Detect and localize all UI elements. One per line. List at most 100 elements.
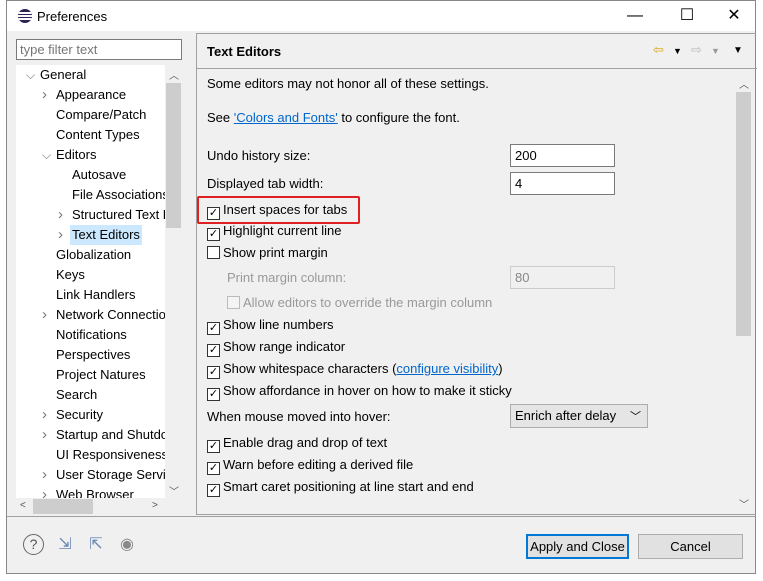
tree-item[interactable]: Globalization	[54, 245, 133, 265]
colors-and-fonts-link[interactable]: 'Colors and Fonts'	[234, 110, 338, 125]
record-icon[interactable]: ◉	[116, 534, 138, 556]
tree-item[interactable]: Content Types	[54, 125, 142, 145]
scroll-down-icon[interactable]: ﹀	[739, 496, 749, 511]
allow-override-checkbox[interactable]: Allow editors to override the margin col…	[227, 295, 492, 310]
whitespace-checkbox[interactable]: ✓ Show whitespace characters (configure v…	[207, 361, 503, 379]
drag-drop-checkbox[interactable]: ✓ Enable drag and drop of text	[207, 435, 387, 453]
chevron-right-icon[interactable]: ›	[58, 205, 63, 225]
help-icon[interactable]: ?	[23, 534, 44, 555]
checkbox-unchecked-icon[interactable]	[227, 296, 240, 309]
tree-item[interactable]: File Associations	[70, 185, 171, 205]
tree-item[interactable]: Keys	[54, 265, 87, 285]
scroll-up-icon[interactable]: ︿	[739, 76, 749, 91]
preference-tree: ⌵ General › Appearance Compare/Patch Content …	[16, 65, 182, 515]
tree-item[interactable]: UI Responsiveness	[54, 445, 170, 465]
tree-item[interactable]: Appearance	[54, 85, 128, 105]
tree-item[interactable]: Search	[54, 385, 99, 405]
warn-derived-checkbox[interactable]: ✓ Warn before editing a derived file	[207, 457, 413, 475]
minimize-button[interactable]: —	[623, 5, 647, 27]
checkbox-checked-icon[interactable]: ✓	[207, 462, 220, 475]
checkbox-unchecked-icon[interactable]	[207, 246, 220, 259]
checkbox-checked-icon[interactable]: ✓	[207, 207, 220, 220]
button-bar: ? ⇲ ⇱ ◉ Apply and Close Cancel	[7, 516, 755, 574]
chevron-right-icon[interactable]: ›	[42, 465, 47, 485]
close-button[interactable]: ✕	[722, 5, 746, 27]
checkbox-label: Show affordance in hover on how to make …	[223, 383, 512, 398]
forward-icon[interactable]: ⇨	[691, 42, 702, 58]
scroll-up-icon[interactable]: ︿	[169, 67, 179, 82]
tree-item[interactable]: Project Natures	[54, 365, 148, 385]
tab-width-input[interactable]: 4	[510, 172, 615, 195]
chevron-right-icon[interactable]: ›	[42, 305, 47, 325]
checkbox-label: )	[498, 361, 503, 376]
import-icon[interactable]: ⇲	[54, 534, 76, 556]
tree-item[interactable]: Autosave	[70, 165, 128, 185]
chevron-down-icon[interactable]: ⌵	[26, 65, 35, 85]
print-margin-checkbox[interactable]: Show print margin	[207, 245, 328, 260]
print-margin-column-input[interactable]: 80	[510, 266, 615, 289]
line-numbers-checkbox[interactable]: ✓ Show line numbers	[207, 317, 334, 335]
chevron-down-icon[interactable]: ⌵	[42, 145, 51, 165]
filter-input[interactable]	[16, 39, 182, 60]
checkbox-checked-icon[interactable]: ✓	[207, 344, 220, 357]
chevron-right-icon[interactable]: ›	[42, 425, 47, 445]
checkbox-label: Warn before editing a derived file	[223, 457, 414, 472]
tree-item[interactable]: Network Connectio	[54, 305, 168, 325]
checkbox-label: Allow editors to override the margin col…	[243, 295, 493, 310]
tree-vertical-scrollbar[interactable]: ︿ ﹀	[165, 65, 182, 498]
configure-visibility-link[interactable]: configure visibility	[396, 361, 498, 376]
chevron-right-icon[interactable]: ›	[58, 225, 63, 245]
back-icon[interactable]: ⇦	[653, 42, 664, 58]
tree-item[interactable]: Structured Text E	[70, 205, 173, 225]
apply-and-close-button[interactable]: Apply and Close	[526, 534, 629, 559]
checkbox-checked-icon[interactable]: ✓	[207, 322, 220, 335]
highlight-line-checkbox[interactable]: ✓ Highlight current line	[207, 223, 342, 241]
export-icon[interactable]: ⇱	[85, 534, 107, 556]
divider	[197, 68, 757, 69]
scroll-down-icon[interactable]: ﹀	[169, 483, 179, 498]
scroll-right-icon[interactable]: >	[152, 500, 158, 511]
page-vertical-scrollbar[interactable]: ︿ ﹀	[735, 74, 752, 514]
tree-item[interactable]: User Storage Servi	[54, 465, 168, 485]
affordance-checkbox[interactable]: ✓ Show affordance in hover on how to make…	[207, 383, 512, 401]
checkbox-checked-icon[interactable]: ✓	[207, 440, 220, 453]
checkbox-label: Show range indicator	[223, 339, 346, 354]
tree-item[interactable]: Startup and Shutdo	[54, 425, 170, 445]
maximize-button[interactable]: ☐	[675, 5, 699, 27]
scroll-left-icon[interactable]: <	[20, 500, 26, 511]
scroll-thumb[interactable]	[166, 83, 181, 228]
checkbox-checked-icon[interactable]: ✓	[207, 228, 220, 241]
checkbox-checked-icon[interactable]: ✓	[207, 484, 220, 497]
chevron-right-icon[interactable]: ›	[42, 405, 47, 425]
checkbox-label: Highlight current line	[223, 223, 342, 238]
tree-item[interactable]: Link Handlers	[54, 285, 138, 305]
view-menu-icon[interactable]: ▼	[733, 45, 743, 56]
tree-item[interactable]: Perspectives	[54, 345, 132, 365]
preferences-dialog: Preferences — ☐ ✕ ⌵General›AppearanceCom…	[6, 0, 757, 574]
tree-item[interactable]: Editors	[54, 145, 98, 165]
tree-horizontal-scrollbar[interactable]: < >	[16, 498, 182, 515]
back-menu-icon[interactable]: ▼	[673, 46, 682, 56]
scroll-thumb[interactable]	[736, 92, 751, 336]
checkbox-checked-icon[interactable]: ✓	[207, 366, 220, 379]
hover-select[interactable]: Enrich after delay ﹀	[510, 404, 648, 428]
settings-note: Some editors may not honor all of these …	[207, 76, 489, 91]
cancel-button[interactable]: Cancel	[638, 534, 743, 559]
tree-item[interactable]: General	[38, 65, 88, 85]
tree-item[interactable]: Security	[54, 405, 105, 425]
insert-spaces-checkbox[interactable]: ✓ Insert spaces for tabs	[207, 202, 347, 220]
forward-menu-icon[interactable]: ▼	[711, 46, 720, 56]
undo-history-input[interactable]: 200	[510, 144, 615, 167]
checkbox-label: Insert spaces for tabs	[223, 202, 348, 217]
range-indicator-checkbox[interactable]: ✓ Show range indicator	[207, 339, 345, 357]
checkbox-checked-icon[interactable]: ✓	[207, 388, 220, 401]
tab-width-label: Displayed tab width:	[207, 176, 324, 191]
chevron-right-icon[interactable]: ›	[42, 85, 47, 105]
tree-item[interactable]: Compare/Patch	[54, 105, 148, 125]
scroll-thumb[interactable]	[33, 499, 93, 514]
tree-item[interactable]: Text Editors	[70, 225, 142, 245]
tree-item[interactable]: Notifications	[54, 325, 129, 345]
window-title: Preferences	[37, 9, 108, 24]
hint-text: See	[207, 110, 234, 125]
smart-caret-checkbox[interactable]: ✓ Smart caret positioning at line start a…	[207, 479, 474, 497]
